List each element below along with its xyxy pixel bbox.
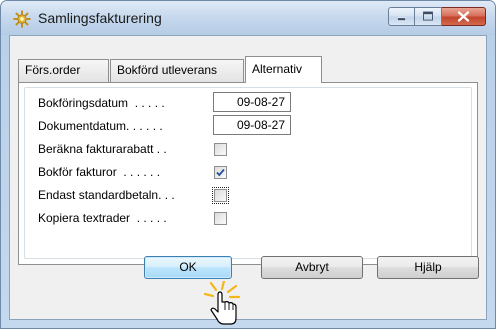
tab-label: Förs.order xyxy=(25,63,81,77)
tab-alternativ[interactable]: Alternativ xyxy=(245,56,322,83)
dokumentdatum-label: Dokumentdatum. . . . . . xyxy=(38,119,163,133)
close-icon xyxy=(457,11,470,22)
berakna-fakturarabatt-label: Beräkna fakturarabatt . . xyxy=(38,142,167,156)
checkmark-icon xyxy=(216,168,225,177)
caption-buttons xyxy=(388,7,486,26)
kopiera-textrader-label: Kopiera textrader . . . . . xyxy=(38,211,167,225)
help-button[interactable]: Hjälp xyxy=(377,256,479,279)
maximize-icon xyxy=(423,11,433,21)
minimize-icon xyxy=(397,17,406,21)
berakna-fakturarabatt-row: Beräkna fakturarabatt . . xyxy=(38,139,298,159)
dokumentdatum-row: Dokumentdatum. . . . . . 09-08-27 xyxy=(38,115,298,136)
hand-pointer-click-icon xyxy=(203,281,241,325)
bokfor-fakturor-checkbox[interactable] xyxy=(214,166,227,179)
cancel-button[interactable]: Avbryt xyxy=(261,256,363,279)
bokfor-fakturor-label: Bokför fakturor . . . . . . xyxy=(38,165,161,179)
ok-button[interactable]: OK xyxy=(144,256,232,279)
bokforingsdatum-field[interactable]: 09-08-27 xyxy=(213,92,291,112)
endast-standardbetaln-checkbox[interactable] xyxy=(212,187,229,204)
minimize-button[interactable] xyxy=(388,7,415,26)
title-bar[interactable]: Samlingsfakturering xyxy=(1,1,495,35)
window-title: Samlingsfakturering xyxy=(38,10,162,26)
berakna-fakturarabatt-checkbox[interactable] xyxy=(214,143,227,156)
dialog-window: Samlingsfakturering Förs.order Bokförd u… xyxy=(0,0,496,329)
bokforingsdatum-label: Bokföringsdatum . . . . . xyxy=(38,96,165,110)
endast-standardbetaln-row: Endast standardbetaln. . . xyxy=(38,185,298,205)
tab-fors-order[interactable]: Förs.order xyxy=(18,59,109,82)
tab-label: Alternativ xyxy=(252,62,303,76)
maximize-button[interactable] xyxy=(415,7,442,26)
endast-standardbetaln-label: Endast standardbetaln. . . xyxy=(38,188,175,202)
gear-sparkle-icon xyxy=(13,10,31,28)
bokfor-fakturor-row: Bokför fakturor . . . . . . xyxy=(38,162,298,182)
kopiera-textrader-checkbox[interactable] xyxy=(214,212,227,225)
bokforingsdatum-row: Bokföringsdatum . . . . . 09-08-27 xyxy=(38,92,298,113)
tab-bokford-utleverans[interactable]: Bokförd utleverans xyxy=(110,59,244,82)
tab-label: Bokförd utleverans xyxy=(117,63,218,77)
kopiera-textrader-row: Kopiera textrader . . . . . xyxy=(38,208,298,228)
tab-panel-alternativ: Bokföringsdatum . . . . . 09-08-27 Dokum… xyxy=(18,82,478,265)
close-button[interactable] xyxy=(442,7,486,26)
dokumentdatum-field[interactable]: 09-08-27 xyxy=(213,115,291,135)
